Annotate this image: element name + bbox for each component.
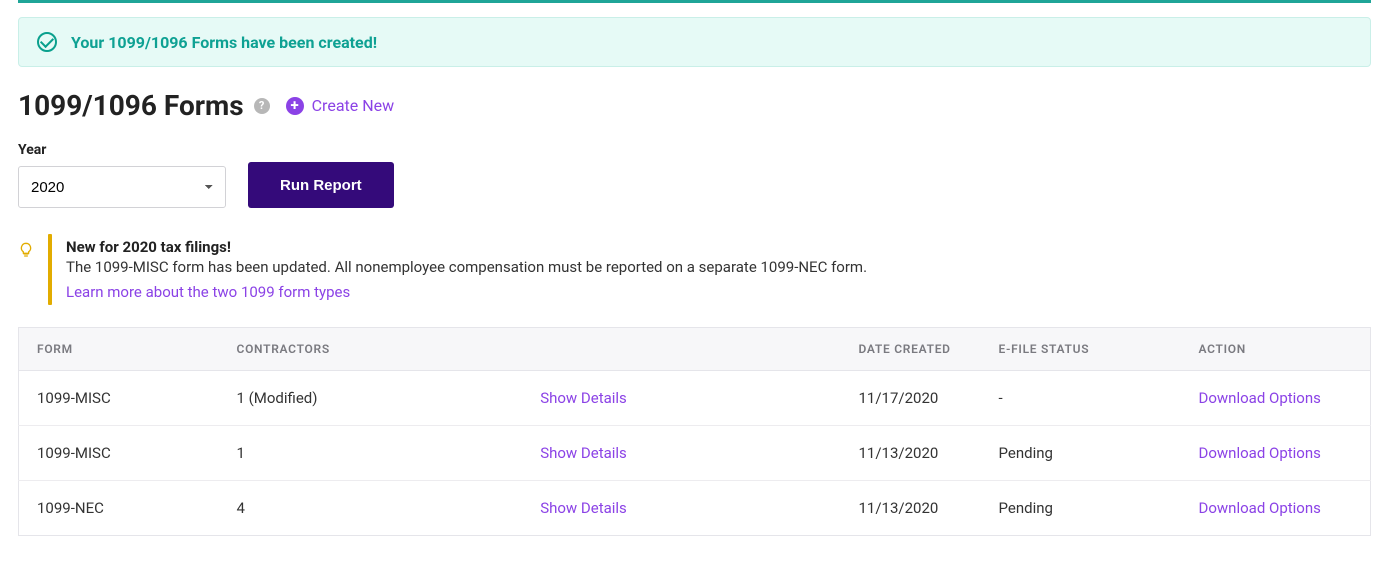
- year-label: Year: [18, 142, 226, 158]
- top-divider: [18, 0, 1371, 3]
- show-details-link[interactable]: Show Details: [540, 389, 627, 407]
- callout-accent-bar: [48, 234, 52, 305]
- cell-form: 1099-MISC: [19, 426, 219, 481]
- cell-form: 1099-NEC: [19, 481, 219, 536]
- page-header: 1099/1096 Forms ? + Create New: [18, 89, 1371, 122]
- check-circle-icon: [37, 32, 57, 52]
- table-row: 1099-NEC 4 Show Details 11/13/2020 Pendi…: [19, 481, 1371, 536]
- table-header-row: Form Contractors Date Created E-File Sta…: [19, 328, 1371, 371]
- learn-more-link[interactable]: Learn more about the two 1099 form types: [66, 283, 350, 301]
- col-header-form: Form: [19, 328, 219, 371]
- help-icon[interactable]: ?: [254, 98, 270, 114]
- table-row: 1099-MISC 1 (Modified) Show Details 11/1…: [19, 371, 1371, 426]
- download-options-link[interactable]: Download Options: [1199, 499, 1321, 517]
- cell-date: 11/17/2020: [841, 371, 981, 426]
- cell-date: 11/13/2020: [841, 481, 981, 536]
- year-select[interactable]: 2020: [18, 166, 226, 208]
- cell-form: 1099-MISC: [19, 371, 219, 426]
- show-details-link[interactable]: Show Details: [540, 444, 627, 462]
- table-row: 1099-MISC 1 Show Details 11/13/2020 Pend…: [19, 426, 1371, 481]
- col-header-status: E-File Status: [981, 328, 1181, 371]
- callout-body: New for 2020 tax filings! The 1099-MISC …: [66, 234, 867, 305]
- plus-circle-icon: +: [286, 97, 304, 115]
- page-title-text: 1099/1096 Forms: [18, 89, 244, 122]
- cell-date: 11/13/2020: [841, 426, 981, 481]
- cell-contractors: 1: [219, 426, 523, 481]
- cell-status: Pending: [981, 481, 1181, 536]
- callout-text: The 1099-MISC form has been updated. All…: [66, 258, 867, 276]
- alert-message: Your 1099/1096 Forms have been created!: [71, 33, 377, 52]
- callout-title: New for 2020 tax filings!: [66, 238, 867, 256]
- page-title: 1099/1096 Forms ?: [18, 89, 270, 122]
- year-field: Year 2020: [18, 142, 226, 208]
- cell-status: Pending: [981, 426, 1181, 481]
- controls-row: Year 2020 Run Report: [18, 142, 1371, 208]
- col-header-contractors: Contractors: [219, 328, 841, 371]
- download-options-link[interactable]: Download Options: [1199, 389, 1321, 407]
- download-options-link[interactable]: Download Options: [1199, 444, 1321, 462]
- lightbulb-icon: [18, 242, 34, 258]
- cell-contractors: 4: [219, 481, 523, 536]
- col-header-date: Date Created: [841, 328, 981, 371]
- create-new-button[interactable]: + Create New: [286, 96, 394, 115]
- info-callout: New for 2020 tax filings! The 1099-MISC …: [18, 234, 1371, 305]
- forms-table: Form Contractors Date Created E-File Sta…: [18, 327, 1371, 536]
- show-details-link[interactable]: Show Details: [540, 499, 627, 517]
- cell-status: -: [981, 371, 1181, 426]
- create-new-label: Create New: [312, 96, 394, 115]
- col-header-action: Action: [1181, 328, 1371, 371]
- run-report-button[interactable]: Run Report: [248, 162, 394, 208]
- success-alert: Your 1099/1096 Forms have been created!: [18, 17, 1371, 67]
- cell-contractors: 1 (Modified): [219, 371, 523, 426]
